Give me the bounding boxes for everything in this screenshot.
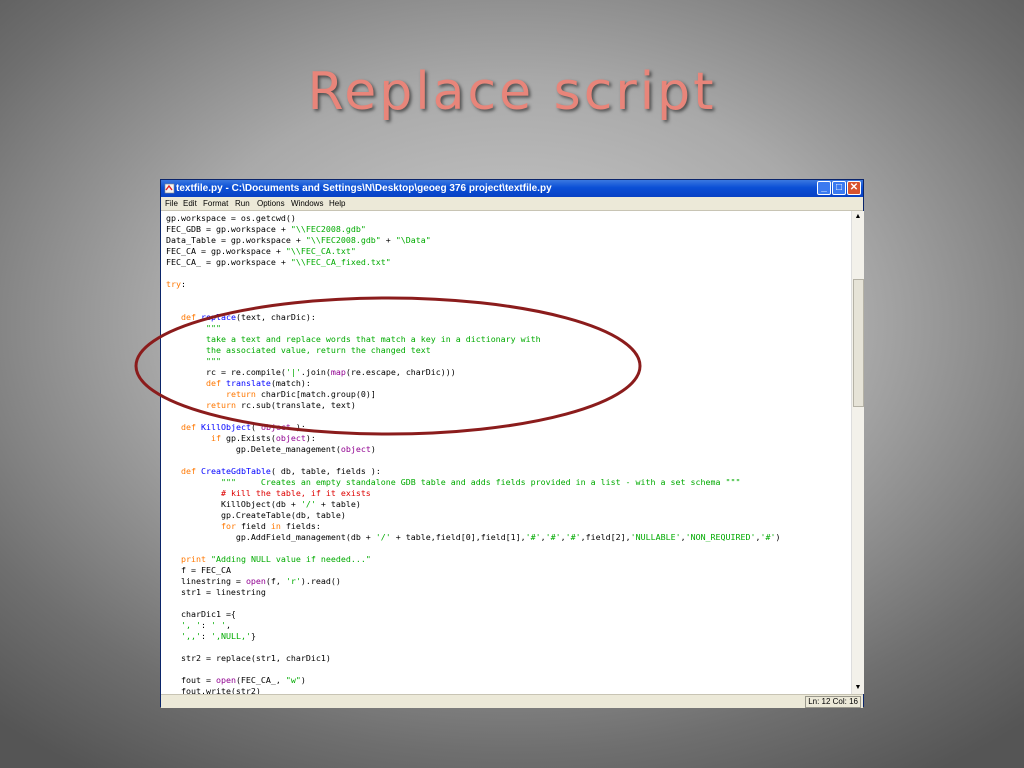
annotation-overlay <box>134 296 642 436</box>
highlight-ellipse <box>134 296 642 436</box>
